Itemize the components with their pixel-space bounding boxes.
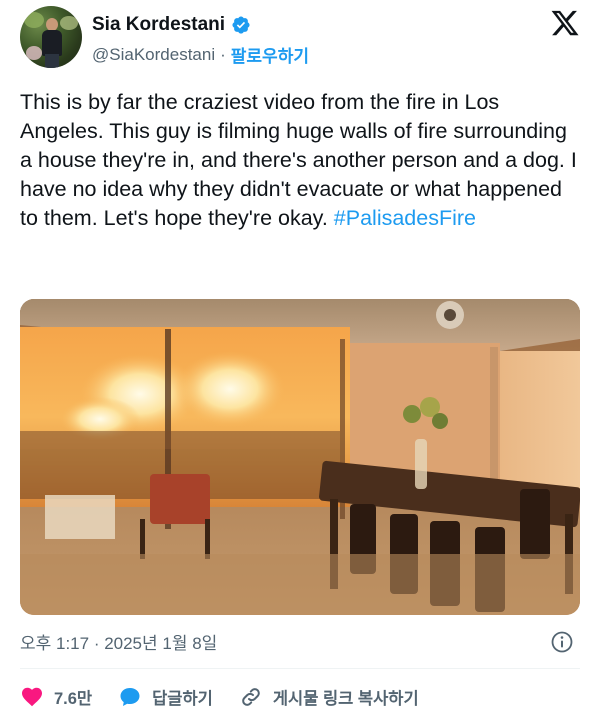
- copy-link-button[interactable]: 게시물 링크 복사하기: [239, 685, 419, 709]
- handle-separator: ·: [220, 44, 226, 64]
- avatar-person-body: [42, 30, 62, 56]
- follow-button[interactable]: 팔로우하기: [231, 42, 309, 67]
- author-display-name[interactable]: Sia Kordestani: [92, 14, 225, 36]
- avatar-foliage: [60, 16, 78, 30]
- tweet-timestamp[interactable]: 오후 1:17 · 2025년 1월 8일: [20, 629, 217, 654]
- video-frame-image: [20, 299, 580, 615]
- link-icon: [242, 688, 260, 706]
- reply-label: 답글하기: [152, 690, 213, 708]
- author-handle-row: @SiaKordestani · 팔로우하기: [92, 42, 309, 67]
- author-handle[interactable]: @SiaKordestani: [92, 45, 215, 65]
- divider: [20, 668, 580, 669]
- tweet-meta-row: 오후 1:17 · 2025년 1월 8일: [20, 628, 580, 654]
- hashtag-link[interactable]: #PalisadesFire: [334, 206, 476, 230]
- heart-icon: [22, 687, 42, 707]
- avatar-foliage: [24, 12, 44, 28]
- tweet-text: This is by far the craziest video from t…: [20, 88, 582, 233]
- tweet-body-text: This is by far the craziest video from t…: [20, 90, 577, 230]
- verified-badge-icon: [232, 16, 250, 34]
- reply-bubble-icon: [120, 688, 140, 706]
- tweet-actions: 7.6만 답글하기 게시물 링크 복사하기: [20, 682, 580, 711]
- tweet-video[interactable]: [20, 299, 580, 615]
- reply-button[interactable]: 답글하기: [118, 685, 213, 709]
- like-button[interactable]: 7.6만: [20, 685, 92, 709]
- tweet-header: Sia Kordestani @SiaKordestani · 팔로우하기: [20, 6, 580, 70]
- author-avatar[interactable]: [20, 6, 82, 68]
- like-count: 7.6만: [54, 690, 93, 708]
- avatar-person-legs: [45, 54, 59, 68]
- copy-link-label: 게시물 링크 복사하기: [272, 690, 419, 708]
- x-logo-icon[interactable]: [550, 8, 580, 38]
- avatar-flowers: [26, 46, 42, 60]
- info-icon[interactable]: [550, 630, 574, 654]
- author-name-row: Sia Kordestani: [92, 14, 251, 36]
